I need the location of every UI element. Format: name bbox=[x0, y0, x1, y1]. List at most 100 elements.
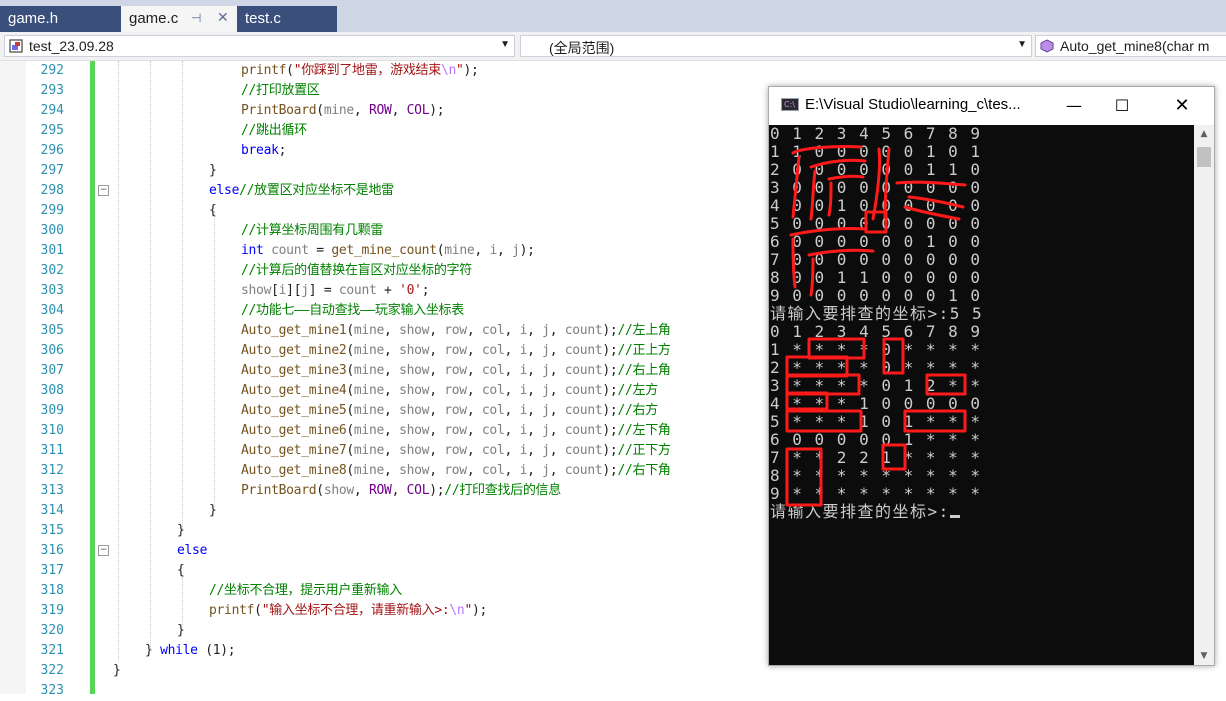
console-line-text: 6 0 0 0 0 0 0 1 0 0 bbox=[770, 232, 982, 251]
code-text[interactable]: } while (1); bbox=[145, 641, 236, 661]
console-scrollbar[interactable]: ▲ ▼ bbox=[1194, 125, 1214, 665]
line-number: 322 bbox=[40, 663, 64, 678]
console-line: 9 * * * * * * * * * bbox=[770, 485, 982, 503]
console-line: 5 * * * 1 0 1 * * * bbox=[770, 413, 982, 431]
line-number: 299 bbox=[40, 203, 64, 218]
console-line: 8 * * * * * * * * * bbox=[770, 467, 982, 485]
code-text[interactable]: printf("输入坐标不合理，请重新输入>:\n"); bbox=[209, 601, 487, 621]
code-text[interactable]: } bbox=[177, 621, 185, 641]
console-line: 7 * * 2 2 1 * * * * bbox=[770, 449, 982, 467]
code-text[interactable]: //打印放置区 bbox=[241, 81, 320, 101]
indent-guide bbox=[118, 61, 119, 661]
tab-test-c[interactable]: test.c bbox=[237, 6, 337, 32]
method-icon bbox=[1040, 39, 1054, 53]
code-text[interactable]: } bbox=[113, 661, 121, 681]
line-number: 300 bbox=[40, 223, 64, 238]
document-tab-bar: game.h game.c ⊣ ✕ test.c bbox=[0, 0, 1226, 32]
code-text[interactable]: //计算坐标周围有几颗雷 bbox=[241, 221, 383, 241]
line-number: 308 bbox=[40, 383, 64, 398]
chevron-down-icon: ▼ bbox=[1017, 39, 1027, 50]
console-line-text: 4 * * * 1 0 0 0 0 0 bbox=[770, 394, 982, 413]
code-text[interactable]: //坐标不合理，提示用户重新输入 bbox=[209, 581, 402, 601]
console-line-text: 0 1 2 3 4 5 6 7 8 9 bbox=[770, 322, 982, 341]
code-text[interactable]: Auto_get_mine1(mine, show, row, col, i, … bbox=[241, 321, 671, 341]
console-line-text: 2 * * * * 0 * * * * bbox=[770, 358, 982, 377]
console-line-text: 0 1 2 3 4 5 6 7 8 9 bbox=[770, 125, 982, 143]
line-number: 296 bbox=[40, 143, 64, 158]
line-number: 307 bbox=[40, 363, 64, 378]
pin-icon[interactable]: ⊣ bbox=[191, 11, 201, 25]
close-icon[interactable]: ✕ bbox=[217, 9, 229, 26]
scroll-down-icon[interactable]: ▼ bbox=[1194, 647, 1214, 665]
line-number: 293 bbox=[40, 83, 64, 98]
line-number: 292 bbox=[40, 63, 64, 78]
code-text[interactable]: break; bbox=[241, 141, 286, 161]
console-line: 6 0 0 0 0 0 1 * * * bbox=[770, 431, 982, 449]
console-output[interactable]: 0 1 2 3 4 5 6 7 8 91 1 0 0 0 0 0 1 0 12 … bbox=[769, 125, 1194, 665]
code-text[interactable]: Auto_get_mine3(mine, show, row, col, i, … bbox=[241, 361, 671, 381]
console-title-bar[interactable]: C:\ E:\Visual Studio\learning_c\tes... —… bbox=[769, 87, 1214, 125]
code-text[interactable]: Auto_get_mine6(mine, show, row, col, i, … bbox=[241, 421, 671, 441]
console-line: 7 0 0 0 0 0 0 0 0 0 bbox=[770, 251, 982, 269]
code-text[interactable]: //功能七——自动查找——玩家输入坐标表 bbox=[241, 301, 464, 321]
scroll-thumb[interactable] bbox=[1197, 147, 1211, 167]
code-text[interactable]: { bbox=[209, 201, 217, 221]
console-line-text: 3 * * * * 0 1 2 * * bbox=[770, 376, 982, 395]
code-text[interactable]: else//放置区对应坐标不是地雷 bbox=[209, 181, 394, 201]
code-line[interactable]: 323 bbox=[0, 681, 1226, 701]
maximize-button[interactable]: ☐ bbox=[1099, 87, 1145, 125]
code-text[interactable]: show[i][j] = count + '0'; bbox=[241, 281, 430, 301]
line-number: 315 bbox=[40, 523, 64, 538]
scroll-up-icon[interactable]: ▲ bbox=[1194, 125, 1214, 143]
console-line: 3 * * * * 0 1 2 * * bbox=[770, 377, 982, 395]
text-cursor bbox=[949, 515, 960, 518]
console-line-text: 7 * * 2 2 1 * * * * bbox=[770, 448, 982, 467]
code-text[interactable]: } bbox=[177, 521, 185, 541]
project-dropdown[interactable]: test_23.09.28 ▼ bbox=[4, 35, 515, 57]
line-number: 310 bbox=[40, 423, 64, 438]
code-text[interactable]: //跳出循环 bbox=[241, 121, 307, 141]
code-text[interactable]: Auto_get_mine7(mine, show, row, col, i, … bbox=[241, 441, 671, 461]
scope-label: (全局范围) bbox=[549, 40, 615, 56]
close-button[interactable]: ✕ bbox=[1159, 87, 1205, 125]
line-number: 321 bbox=[40, 643, 64, 658]
line-number: 297 bbox=[40, 163, 64, 178]
line-number: 316 bbox=[40, 543, 64, 558]
tab-game-h[interactable]: game.h bbox=[0, 6, 121, 32]
code-line[interactable]: 292 printf("你踩到了地雷，游戏结束\n"); bbox=[0, 61, 1226, 81]
minimize-button[interactable]: — bbox=[1051, 87, 1097, 125]
chevron-down-icon: ▼ bbox=[500, 39, 510, 50]
code-text[interactable]: } bbox=[209, 161, 217, 181]
code-text[interactable]: int count = get_mine_count(mine, i, j); bbox=[241, 241, 535, 261]
console-line: 2 0 0 0 0 0 0 1 1 0 bbox=[770, 161, 982, 179]
code-text[interactable]: Auto_get_mine4(mine, show, row, col, i, … bbox=[241, 381, 658, 401]
line-number: 309 bbox=[40, 403, 64, 418]
indent-guide bbox=[214, 211, 215, 507]
code-text[interactable]: } bbox=[209, 501, 217, 521]
code-text[interactable]: Auto_get_mine2(mine, show, row, col, i, … bbox=[241, 341, 671, 361]
console-line: 0 1 2 3 4 5 6 7 8 9 bbox=[770, 323, 982, 341]
indent-guide bbox=[182, 577, 183, 625]
code-text[interactable]: PrintBoard(show, ROW, COL);//打印查找后的信息 bbox=[241, 481, 561, 501]
scope-dropdown[interactable]: (全局范围) ▼ bbox=[520, 35, 1032, 57]
console-line: 3 0 0 0 0 0 0 0 0 0 bbox=[770, 179, 982, 197]
line-number: 311 bbox=[40, 443, 64, 458]
member-dropdown[interactable]: Auto_get_mine8(char m bbox=[1035, 35, 1226, 57]
code-text[interactable]: Auto_get_mine5(mine, show, row, col, i, … bbox=[241, 401, 658, 421]
console-line-text: 9 0 0 0 0 0 0 0 1 0 bbox=[770, 286, 982, 305]
code-text[interactable]: PrintBoard(mine, ROW, COL); bbox=[241, 101, 445, 121]
console-line: 4 0 0 1 0 0 0 0 0 0 bbox=[770, 197, 982, 215]
code-text[interactable]: printf("你踩到了地雷，游戏结束\n"); bbox=[241, 61, 479, 81]
code-text[interactable]: Auto_get_mine8(mine, show, row, col, i, … bbox=[241, 461, 671, 481]
console-line-text: 3 0 0 0 0 0 0 0 0 0 bbox=[770, 178, 982, 197]
collapse-icon[interactable]: − bbox=[98, 545, 109, 556]
indent-guide bbox=[182, 61, 183, 529]
code-text[interactable]: else bbox=[177, 541, 207, 561]
code-text[interactable]: //计算后的值替换在盲区对应坐标的字符 bbox=[241, 261, 472, 281]
tab-game-c[interactable]: game.c ⊣ ✕ bbox=[121, 6, 237, 32]
code-text[interactable]: { bbox=[177, 561, 185, 581]
console-line: 4 * * * 1 0 0 0 0 0 bbox=[770, 395, 982, 413]
tab-label: game.h bbox=[8, 10, 59, 27]
console-window[interactable]: C:\ E:\Visual Studio\learning_c\tes... —… bbox=[768, 86, 1215, 666]
collapse-icon[interactable]: − bbox=[98, 185, 109, 196]
